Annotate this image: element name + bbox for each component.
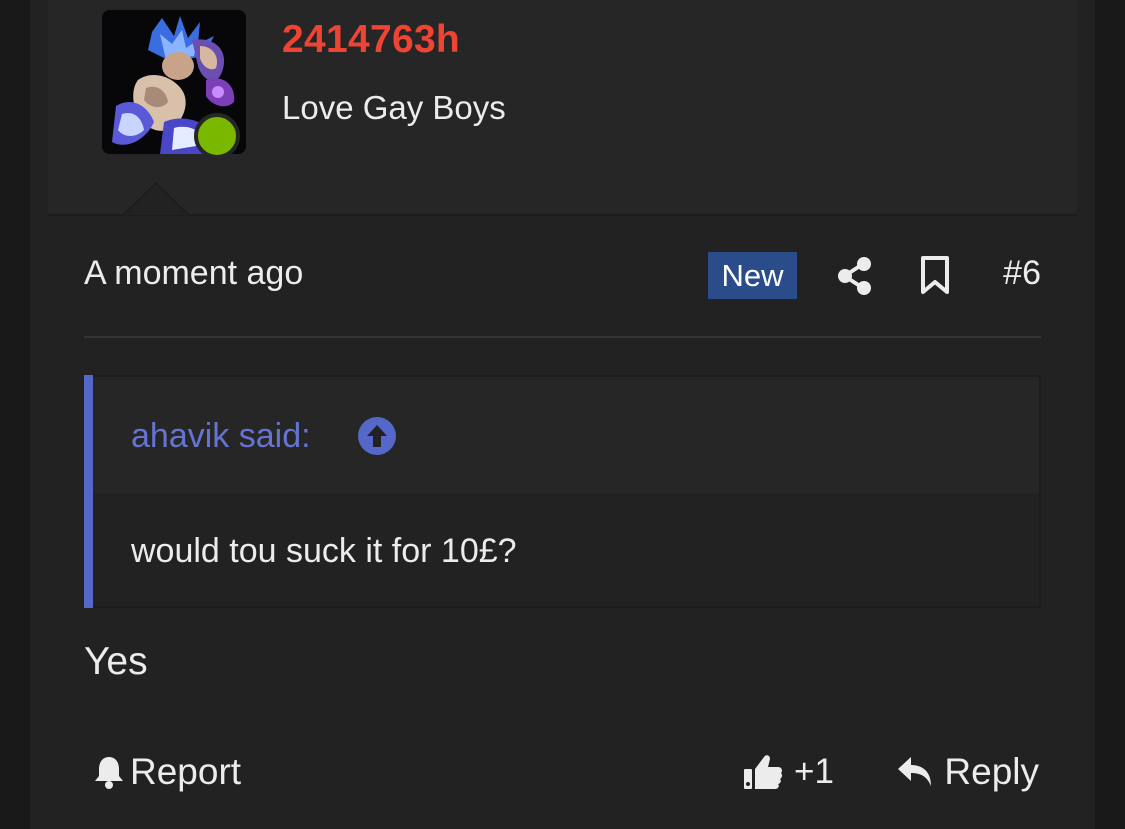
- like-count: +1: [794, 752, 834, 791]
- bell-icon: [95, 757, 123, 789]
- meta-divider: [84, 336, 1041, 338]
- quote-accent-bar: [84, 375, 93, 608]
- new-post-badge: New: [708, 252, 797, 299]
- post-actions-bar: Report +1 Reply: [84, 744, 1041, 800]
- jump-to-quote-button[interactable]: [357, 416, 397, 456]
- bookmark-icon: [921, 256, 949, 294]
- post-body-text: Yes: [84, 640, 148, 683]
- share-icon: [838, 257, 871, 295]
- reply-arrow-icon: [898, 757, 932, 786]
- quote-block: ahavik said: would tou suck it for 10£?: [84, 375, 1041, 608]
- quote-header: ahavik said:: [93, 377, 1039, 493]
- report-button[interactable]: Report: [92, 748, 241, 796]
- header-pointer-arrow: [122, 182, 190, 215]
- post-number-link[interactable]: #6: [1003, 254, 1041, 293]
- online-status-indicator: [194, 113, 240, 159]
- post-author-title: Love Gay Boys: [282, 89, 506, 126]
- arrow-up-circle-icon: [358, 417, 396, 455]
- post-author-username[interactable]: 2414763h: [282, 18, 460, 62]
- reply-label: Reply: [944, 751, 1039, 792]
- thread-page: 2414763h Love Gay Boys A moment ago New …: [30, 0, 1095, 829]
- quote-author-link[interactable]: ahavik said:: [131, 417, 311, 456]
- like-button[interactable]: +1: [742, 748, 834, 796]
- post-timestamp[interactable]: A moment ago: [84, 254, 303, 293]
- report-label: Report: [130, 751, 242, 792]
- share-button[interactable]: [836, 256, 874, 296]
- thumbs-up-icon: [744, 755, 783, 789]
- reply-button[interactable]: Reply: [896, 748, 1039, 796]
- post-meta-bar: A moment ago New #6: [84, 240, 1041, 314]
- bookmark-button[interactable]: [918, 255, 952, 295]
- quote-content: would tou suck it for 10£?: [93, 493, 1039, 606]
- post-author-header: 2414763h Love Gay Boys: [48, 0, 1077, 216]
- quote-text: would tou suck it for 10£?: [131, 532, 517, 570]
